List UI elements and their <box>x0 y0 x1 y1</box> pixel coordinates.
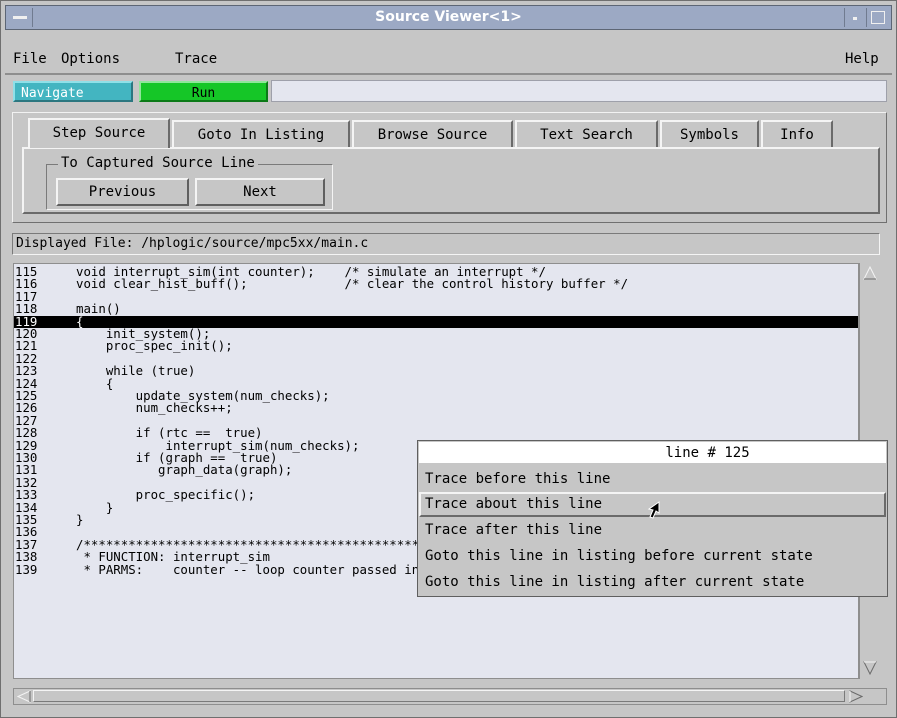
source-line[interactable]: 117 <box>14 290 858 303</box>
scroll-right-arrow-icon[interactable] <box>849 690 863 703</box>
menu-item-goto-before[interactable]: Goto this line in listing before current… <box>419 544 886 569</box>
scroll-left-arrow-icon[interactable] <box>17 690 31 703</box>
source-line[interactable]: 121 proc_spec_init(); <box>14 338 858 354</box>
horizontal-scroll-thumb[interactable] <box>33 690 845 702</box>
menu-item-goto-after[interactable]: Goto this line in listing after current … <box>419 570 886 595</box>
mouse-cursor-icon <box>647 501 660 519</box>
menu-trace[interactable]: Trace <box>175 51 217 67</box>
maximize-button[interactable] <box>866 8 889 27</box>
run-button[interactable]: Run <box>139 81 268 102</box>
line-number: 139 <box>15 561 38 577</box>
menu-help[interactable]: Help <box>845 51 879 67</box>
menu-options[interactable]: Options <box>61 51 120 67</box>
minimize-icon <box>853 17 857 20</box>
menu-file[interactable]: File <box>13 51 47 67</box>
source-line[interactable]: 118 main() <box>14 302 858 315</box>
tab-browse-source[interactable]: Browse Source <box>352 120 513 148</box>
previous-button[interactable]: Previous <box>56 178 189 206</box>
navigate-button[interactable]: Navigate <box>13 81 133 102</box>
tab-text-search[interactable]: Text Search <box>515 120 658 148</box>
maximize-icon <box>871 11 885 24</box>
line-code: graph_data(graph); <box>76 462 293 478</box>
popup-title: line # 125 <box>419 442 886 463</box>
status-field <box>271 80 887 102</box>
tab-info[interactable]: Info <box>761 120 833 148</box>
source-line[interactable]: 123 while (true) <box>14 364 858 377</box>
line-code: void clear_hist_buff(); /* clear the con… <box>76 276 629 292</box>
minimize-button[interactable] <box>844 8 865 27</box>
line-code: } <box>76 512 84 527</box>
line-code: proc_spec_init(); <box>76 338 233 354</box>
title-bar[interactable]: Source Viewer<1> <box>5 5 892 30</box>
scroll-down-arrow-icon[interactable] <box>863 661 877 675</box>
menu-item-trace-after[interactable]: Trace after this line <box>419 518 886 543</box>
displayed-file-label: Displayed File: /hplogic/source/mpc5xx/m… <box>12 233 880 255</box>
tab-goto-in-listing[interactable]: Goto In Listing <box>172 120 350 148</box>
window-title: Source Viewer<1> <box>375 9 522 25</box>
menu-bar: File Options Trace Help <box>5 45 892 75</box>
tab-symbols[interactable]: Symbols <box>660 120 759 148</box>
source-line[interactable]: 126 num_checks++; <box>14 400 858 416</box>
next-button[interactable]: Next <box>195 178 325 206</box>
tab-step-source[interactable]: Step Source <box>28 118 170 148</box>
line-code: num_checks++; <box>76 400 233 416</box>
menu-item-trace-before[interactable]: Trace before this line <box>419 467 886 492</box>
group-label: To Captured Source Line <box>58 155 258 171</box>
source-line[interactable]: 116 void clear_hist_buff(); /* clear the … <box>14 276 858 292</box>
scroll-up-arrow-icon[interactable] <box>863 266 877 280</box>
